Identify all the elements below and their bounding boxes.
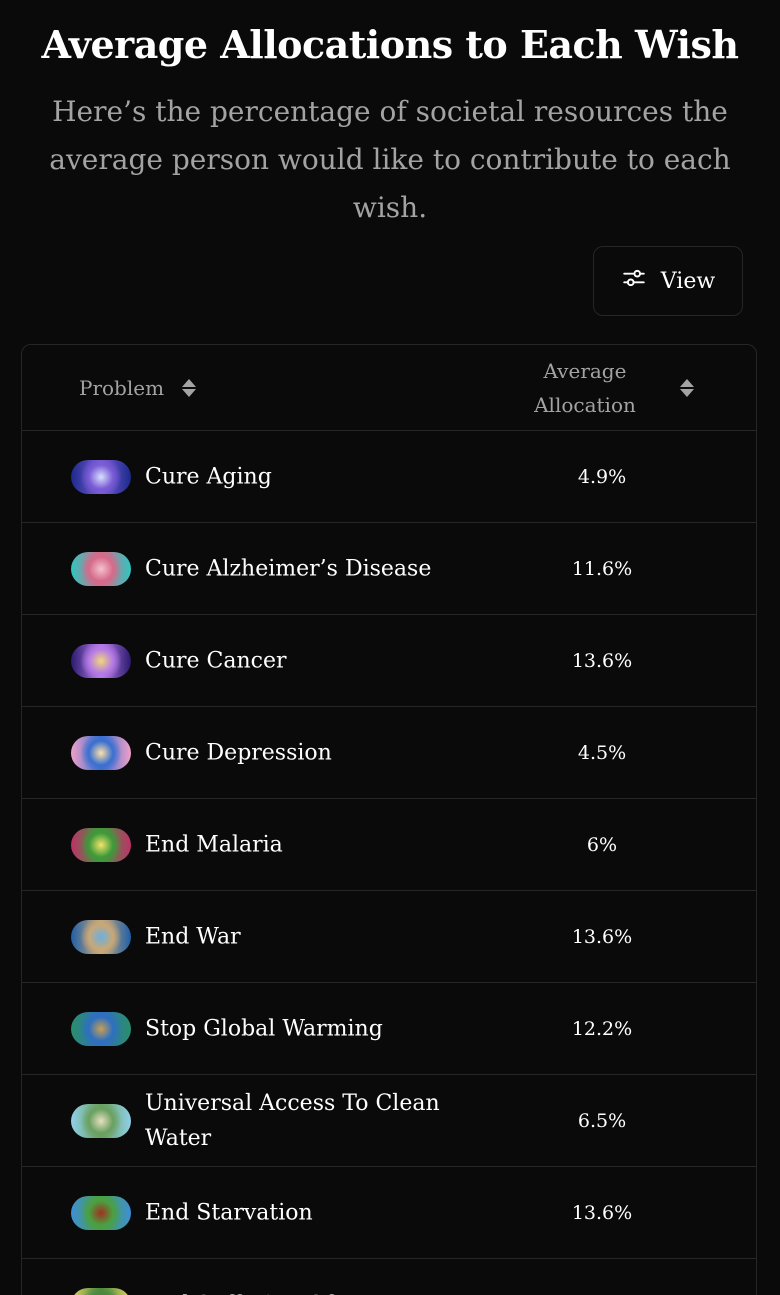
page-title: Average Allocations to Each Wish bbox=[41, 22, 739, 67]
wish-thumbnail-image bbox=[71, 643, 131, 678]
wish-name: Cure Alzheimer’s Disease bbox=[145, 556, 432, 581]
table-row[interactable]: End Starvation 13.6% bbox=[22, 1167, 756, 1259]
wish-thumbnail-image bbox=[71, 919, 131, 954]
wish-thumbnail-image bbox=[71, 1103, 131, 1138]
wish-name: Cure Aging bbox=[145, 464, 272, 489]
wish-name: Stop Global Warming bbox=[145, 1016, 383, 1041]
allocations-table: Problem Average Allocation Cure Aging 4.… bbox=[21, 344, 757, 1295]
table-row[interactable]: Stop Global Warming 12.2% bbox=[22, 983, 756, 1075]
wish-name: Cure Depression bbox=[145, 740, 332, 765]
column-label-allocation: Average Allocation bbox=[534, 359, 636, 417]
wish-thumbnail-image bbox=[71, 1195, 131, 1230]
wish-name: End Malaria bbox=[145, 832, 283, 857]
wish-thumbnail-image bbox=[71, 551, 131, 586]
column-header-problem[interactable]: Problem bbox=[79, 345, 198, 431]
table-row[interactable]: Cure Aging 4.9% bbox=[22, 431, 756, 523]
view-button[interactable]: View bbox=[593, 246, 743, 316]
average-allocation-value: 13.6% bbox=[571, 925, 633, 948]
wish-thumbnail-image bbox=[71, 1011, 131, 1046]
wish-name: Universal Access To Clean Water bbox=[145, 1090, 440, 1151]
table-row[interactable]: Cure Cancer 13.6% bbox=[22, 615, 756, 707]
wish-thumbnail-image bbox=[71, 1287, 131, 1295]
column-header-allocation[interactable]: Average Allocation bbox=[522, 345, 702, 431]
table-row[interactable]: End Malaria 6% bbox=[22, 799, 756, 891]
table-row[interactable]: End Suffering Of Factory bbox=[22, 1259, 756, 1295]
sliders-icon bbox=[621, 265, 647, 297]
average-allocation-value: 12.2% bbox=[571, 1017, 633, 1040]
average-allocation-value: 13.6% bbox=[571, 1201, 633, 1224]
wish-thumbnail-image bbox=[71, 735, 131, 770]
wish-name: End Suffering Of Factory bbox=[145, 1287, 445, 1295]
page-subtitle: Here’s the percentage of societal resour… bbox=[49, 95, 731, 224]
wish-thumbnail-image bbox=[71, 827, 131, 862]
table-row[interactable]: Universal Access To Clean Water 6.5% bbox=[22, 1075, 756, 1167]
average-allocation-value: 6.5% bbox=[577, 1109, 627, 1132]
table-row[interactable]: End War 13.6% bbox=[22, 891, 756, 983]
page: Average Allocations to Each Wish Here’s … bbox=[0, 0, 780, 1295]
column-label-problem: Problem bbox=[79, 376, 165, 400]
wish-name: End War bbox=[145, 924, 241, 949]
average-allocation-value: 4.9% bbox=[577, 465, 627, 488]
view-button-label: View bbox=[660, 268, 716, 294]
table-header: Problem Average Allocation bbox=[22, 345, 756, 431]
wish-name: Cure Cancer bbox=[145, 648, 287, 673]
average-allocation-value: 4.5% bbox=[577, 741, 627, 764]
table-row[interactable]: Cure Depression 4.5% bbox=[22, 707, 756, 799]
table-row[interactable]: Cure Alzheimer’s Disease 11.6% bbox=[22, 523, 756, 615]
sort-icon bbox=[180, 376, 198, 400]
sort-icon bbox=[678, 376, 696, 400]
table-body: Cure Aging 4.9% Cure Alzheimer’s Disease 11… bbox=[22, 431, 756, 1295]
wish-thumbnail-image bbox=[71, 459, 131, 494]
wish-name: End Starvation bbox=[145, 1200, 313, 1225]
average-allocation-value: 13.6% bbox=[571, 649, 633, 672]
average-allocation-value: 6% bbox=[586, 833, 618, 856]
average-allocation-value: 11.6% bbox=[571, 557, 633, 580]
